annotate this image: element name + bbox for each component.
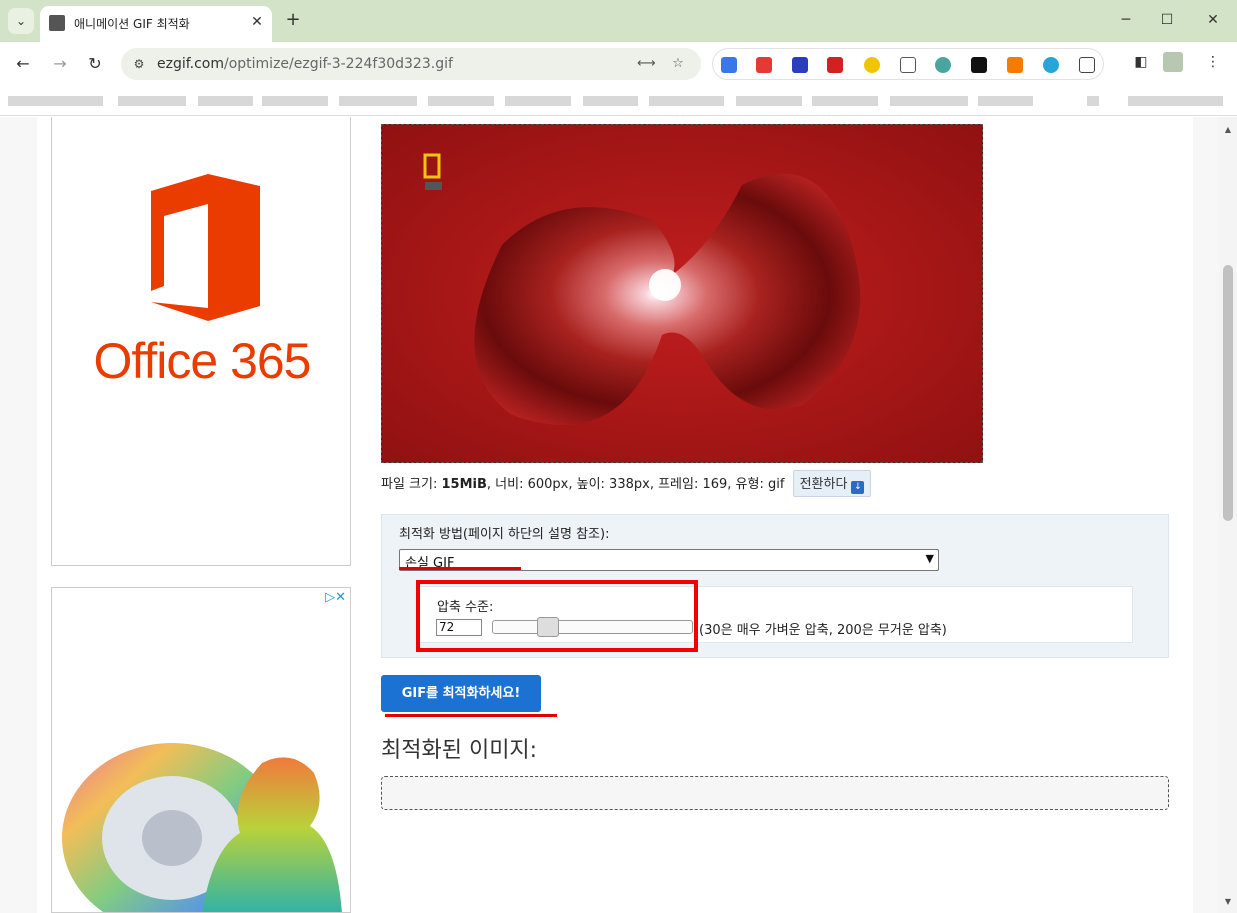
method-label: 최적화 방법(페이지 하단의 설명 참조): bbox=[399, 527, 610, 542]
annotation-underline-button bbox=[385, 714, 557, 717]
back-button[interactable]: ← bbox=[11, 52, 35, 76]
tab-strip: ⌄ 애니메이션 GIF 최적화 ✕ + ─ ☐ ✕ bbox=[0, 0, 1237, 42]
bookmark-item[interactable] bbox=[978, 96, 1033, 106]
bookmark-item[interactable] bbox=[1128, 96, 1223, 106]
office-ad-tile: Office 365 bbox=[56, 146, 348, 438]
file-info: 파일 크기: 15MiB, 너비: 600px, 높이: 338px, 프레임:… bbox=[381, 470, 872, 497]
url-text[interactable]: ezgif.com/optimize/ezgif-3-224f30d323.gi… bbox=[157, 56, 453, 72]
bookmark-item[interactable] bbox=[198, 96, 253, 106]
bookmark-item[interactable] bbox=[583, 96, 638, 106]
nebula-image bbox=[382, 125, 982, 462]
bookmarks-bar bbox=[0, 86, 1237, 116]
filament-ad[interactable]: ▷✕ bbox=[51, 587, 351, 913]
result-placeholder bbox=[381, 776, 1169, 810]
adchoices-icon[interactable]: ▷✕ bbox=[325, 590, 346, 605]
tab-active[interactable]: 애니메이션 GIF 최적화 ✕ bbox=[40, 6, 272, 42]
download-arrow-icon[interactable] bbox=[792, 57, 808, 73]
office-ad[interactable]: Office 365 bbox=[51, 117, 351, 566]
new-tab-button[interactable]: + bbox=[282, 9, 304, 31]
convert-label: 전환하다 bbox=[799, 477, 848, 492]
address-bar[interactable]: ⚙ ezgif.com/optimize/ezgif-3-224f30d323.… bbox=[121, 48, 701, 80]
site-info-icon[interactable]: ⚙ bbox=[131, 56, 147, 72]
bookmark-item[interactable] bbox=[428, 96, 494, 106]
file-size-label: 파일 크기: bbox=[381, 477, 442, 492]
tab-close-icon[interactable]: ✕ bbox=[247, 12, 267, 32]
bookmark-item[interactable] bbox=[505, 96, 571, 106]
left-margin bbox=[0, 117, 37, 913]
pdf-icon[interactable] bbox=[827, 57, 843, 73]
menu-icon[interactable]: ⋮ bbox=[1203, 52, 1223, 72]
office-ad-brand: Office 365 bbox=[93, 333, 311, 389]
translate-icon[interactable]: ⟷ bbox=[637, 55, 656, 73]
bookmark-item[interactable] bbox=[118, 96, 186, 106]
scroll-thumb[interactable] bbox=[1223, 265, 1233, 521]
tab-title: 애니메이션 GIF 최적화 bbox=[74, 17, 190, 31]
scroll-up-icon[interactable]: ▲ bbox=[1223, 125, 1233, 134]
tab-search-button[interactable]: ⌄ bbox=[8, 8, 34, 34]
bookmark-item[interactable] bbox=[736, 96, 802, 106]
puzzle-icon[interactable] bbox=[1079, 57, 1095, 73]
bookmark-item[interactable] bbox=[890, 96, 968, 106]
bookmark-item[interactable] bbox=[262, 96, 328, 106]
side-panel-icon[interactable]: ◧ bbox=[1131, 52, 1151, 72]
maximize-button[interactable]: ☐ bbox=[1153, 8, 1181, 32]
bookmark-star-icon[interactable]: ☆ bbox=[669, 55, 687, 73]
office-logo-icon bbox=[151, 174, 260, 321]
filament-ad-image bbox=[62, 743, 342, 912]
chatgpt-icon[interactable] bbox=[971, 57, 987, 73]
close-window-button[interactable]: ✕ bbox=[1199, 8, 1227, 32]
chevron-down-icon: ▼ bbox=[925, 552, 934, 565]
forward-button[interactable]: → bbox=[48, 52, 72, 76]
optimize-button[interactable]: GIF를 최적화하세요! bbox=[381, 675, 541, 712]
compression-note: (30은 매우 가벼운 압축, 200은 무거운 압축) bbox=[699, 623, 947, 638]
extension-orange-icon[interactable] bbox=[1007, 57, 1023, 73]
annotation-underline-method bbox=[399, 567, 521, 570]
browser-toolbar: ← → ↻ ⚙ ezgif.com/optimize/ezgif-3-224f3… bbox=[0, 42, 1237, 86]
minimize-button[interactable]: ─ bbox=[1112, 8, 1140, 32]
extension-bird-icon[interactable] bbox=[864, 57, 880, 73]
file-size-value: 15MiB bbox=[441, 477, 487, 492]
extension-blue-icon[interactable] bbox=[1043, 57, 1059, 73]
extensions-bar bbox=[712, 48, 1104, 80]
hd-badge bbox=[425, 182, 442, 190]
bookmark-item[interactable] bbox=[339, 96, 417, 106]
extension-red-icon[interactable] bbox=[756, 57, 772, 73]
result-heading: 최적화된 이미지: bbox=[381, 738, 538, 763]
page-content: Office 365 ▷✕ 파일 크기: 15MiB, 너비: 600px, 높… bbox=[0, 117, 1219, 913]
page-scrollbar[interactable]: ▲ ▼ bbox=[1219, 117, 1237, 913]
scroll-down-icon[interactable]: ▼ bbox=[1223, 897, 1233, 906]
bookmark-item[interactable] bbox=[1087, 96, 1099, 106]
annotation-box-compression bbox=[416, 580, 698, 652]
bookmark-item[interactable] bbox=[649, 96, 724, 106]
url-host: ezgif.com bbox=[157, 56, 224, 72]
url-path: /optimize/ezgif-3-224f30d323.gif bbox=[224, 56, 453, 72]
extension-globe-icon[interactable] bbox=[935, 57, 951, 73]
profile-avatar[interactable] bbox=[1163, 52, 1183, 72]
convert-button[interactable]: 전환하다 ↓ bbox=[792, 470, 872, 497]
right-margin bbox=[1193, 117, 1219, 913]
google-translate-icon[interactable] bbox=[721, 57, 737, 73]
bookmark-icon[interactable] bbox=[900, 57, 916, 73]
reload-button[interactable]: ↻ bbox=[83, 52, 107, 76]
download-arrow-icon: ↓ bbox=[851, 481, 865, 494]
favicon-icon bbox=[49, 15, 65, 31]
gif-preview bbox=[381, 124, 983, 463]
bookmark-item[interactable] bbox=[812, 96, 878, 106]
bookmark-item[interactable] bbox=[8, 96, 103, 106]
file-dimensions: , 너비: 600px, 높이: 338px, 프레임: 169, 유형: gi… bbox=[486, 477, 785, 492]
